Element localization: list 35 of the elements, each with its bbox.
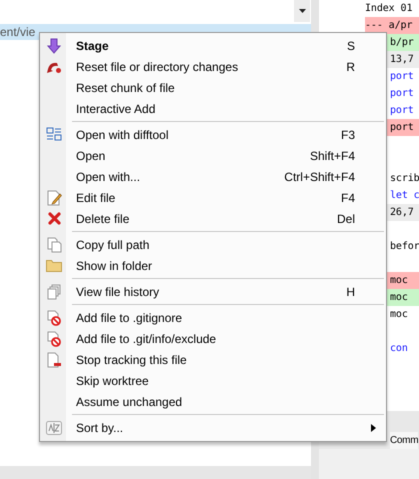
down-arrow-icon xyxy=(47,38,61,54)
diff-line: port xyxy=(389,87,415,101)
menu-item[interactable]: Open with... Ctrl+Shift+F4 xyxy=(40,166,386,187)
diff-line: port xyxy=(389,104,415,118)
dropdown-button[interactable] xyxy=(294,0,310,22)
pages-icon xyxy=(46,284,62,300)
menu-item[interactable]: Open Shift+F4 xyxy=(40,145,386,166)
compare-icon xyxy=(46,127,62,142)
menu-item[interactable]: Copy full path xyxy=(40,234,386,255)
menu-item[interactable]: Skip worktree xyxy=(40,370,386,391)
ignore-file-icon xyxy=(46,310,62,326)
caret-icon xyxy=(298,9,306,13)
menu-item[interactable]: Interactive Add xyxy=(40,98,386,119)
folder-icon xyxy=(46,259,62,272)
menu-item[interactable]: Stop tracking this file xyxy=(40,349,386,370)
diff-line: scrib xyxy=(389,172,419,186)
copy-icon xyxy=(46,236,62,252)
menu-item[interactable]: Add file to .git/info/exclude xyxy=(40,328,386,349)
diff-line: let c xyxy=(389,189,419,203)
submenu-arrow-icon xyxy=(371,424,376,432)
commit-tab[interactable]: Comm xyxy=(390,432,418,449)
menu-item[interactable]: Sort by... xyxy=(40,417,386,438)
menu-item[interactable]: Reset chunk of file xyxy=(40,77,386,98)
diff-line: Index 01 xyxy=(365,2,414,16)
diff-line: port xyxy=(389,70,415,84)
remove-file-icon xyxy=(46,352,62,368)
menu-item[interactable]: Add file to .gitignore xyxy=(40,307,386,328)
ignore-file-icon xyxy=(46,330,62,346)
diff-line: befor xyxy=(389,240,419,254)
delete-icon xyxy=(48,212,60,225)
edit-page-icon xyxy=(46,190,62,206)
sort-icon xyxy=(46,420,62,434)
menu-item[interactable]: Assume unchanged xyxy=(40,391,386,412)
diff-line: moc xyxy=(389,308,409,322)
diff-line: con xyxy=(389,342,409,356)
